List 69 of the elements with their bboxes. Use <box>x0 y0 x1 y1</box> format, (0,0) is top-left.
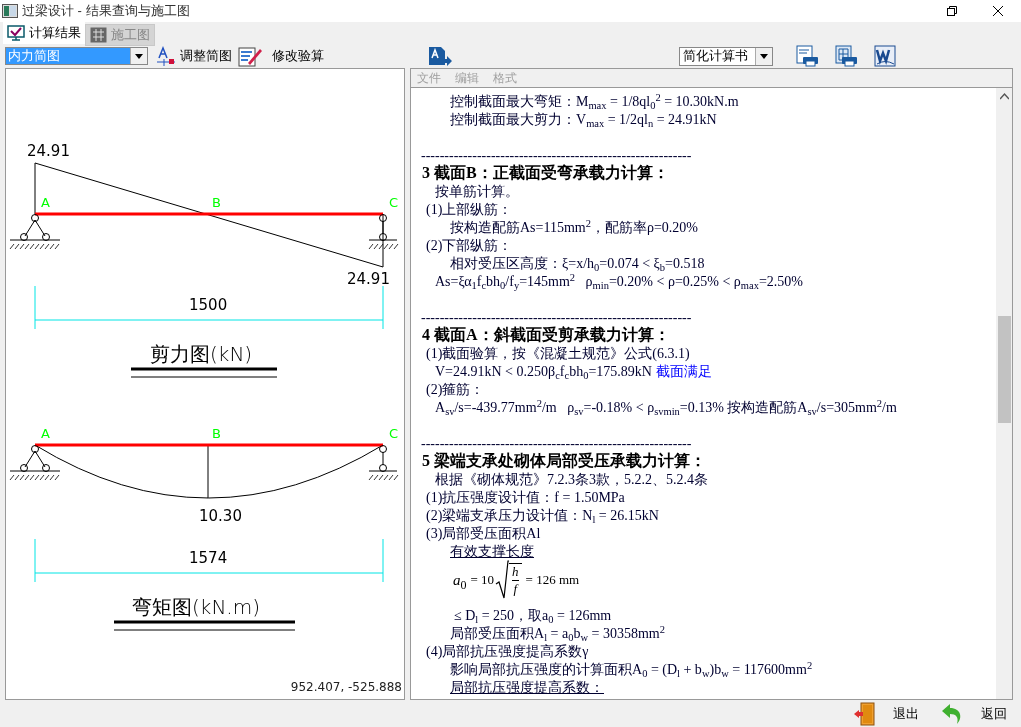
separator-dashes: ---------------------------------------------------------- <box>421 310 692 325</box>
report-text: (2)梁端支承压力设计值：N$_{l}$ = 26.15kN <box>426 508 659 523</box>
report-text: (2)下部纵筋： <box>426 238 513 253</box>
word-document-icon[interactable] <box>874 45 896 67</box>
grid-icon <box>90 27 107 43</box>
window-title: 过梁设计 - 结果查询与施工图 <box>22 2 190 21</box>
report-text: 控制截面最大弯矩：M$_{max}$ = 1/8ql$_{0}$$^{2}$ = 10.30kN.m <box>450 94 739 109</box>
separator-dashes: ---------------------------------------------------------- <box>421 436 692 451</box>
radical-sign-icon <box>495 560 510 600</box>
text-cursor-icon <box>156 46 176 66</box>
print-drawing-icon[interactable] <box>834 45 858 67</box>
section-heading: 5 梁端支承处砌体局部受压承载力计算： <box>422 452 706 469</box>
report-text: 控制截面最大剪力：V$_{max}$ = 1/2ql$_{n}$ = 24.91kN <box>450 112 717 127</box>
report-text: 影响局部抗压强度的计算面积A$_{0}$ = (D$_{l}$ + b$_{w}$)b$_{w}$ = 117600mm$^{2}$ <box>450 662 813 677</box>
report-text: (3)局部受压面积Al <box>426 526 541 541</box>
diagram-title: 剪力图(kN) <box>150 342 253 366</box>
edit-check-button[interactable]: 修改验算 <box>238 45 324 67</box>
report-text: 按单筋计算。 <box>435 184 519 199</box>
report-text: 有效支撑长度 <box>450 544 534 559</box>
section-heading: 3 截面B：正截面受弯承载力计算： <box>422 164 669 181</box>
report-text: 相对受压区高度：ξ=x/h$_{0}$=0.074 < ξ$_{b}$=0.518 <box>450 256 705 271</box>
node-label: B <box>212 426 221 441</box>
door-exit-icon <box>853 701 877 726</box>
node-label: A <box>41 195 50 210</box>
section-heading: 4 截面A：斜截面受剪承载力计算： <box>422 326 670 343</box>
tab[interactable]: 计算结果 <box>3 22 85 44</box>
separator-dashes: ---------------------------------------------------------- <box>421 148 692 163</box>
report-type-select[interactable]: 简化计算书 <box>679 46 773 66</box>
report-text: V=24.91kN < 0.250β$_{c}$f$_{c}$bh$_{0}$=175.89kN <box>435 364 652 379</box>
report-text: 按构造配筋As=115mm$^{2}$，配筋率ρ=0.20% <box>450 220 698 235</box>
node-label: A <box>41 426 50 441</box>
back-button[interactable]: 返回 <box>933 701 1021 726</box>
pin-support-drawing <box>9 214 61 250</box>
report-text: As=ξα$_{1}$f$_{c}$bh$_{0}$/f$_{y}$=145mm$^{2}$ ρ$_{min}$=0.20% < ρ=0.25% < ρ$_{max}$=2.50% <box>435 274 803 289</box>
adjust-diagram-button[interactable]: 调整简图 <box>156 46 232 66</box>
status-text: 截面满足 <box>655 364 712 379</box>
report-text: 局部抗压强度提高系数： <box>450 680 604 695</box>
report-text: (2)箍筋： <box>426 382 485 397</box>
roller-support-drawing <box>368 214 399 250</box>
moment-value: 10.30 <box>199 507 242 525</box>
report-text: A$_{sv}$/s=-439.77mm$^{2}$/m ρ$_{sv}$=-0.18% < ρ$_{svmin}$=0.13% 按构造配筋A$_{sv}$/s=305mm$^{2}$/m <box>435 400 897 415</box>
exit-button[interactable]: 退出 <box>845 701 933 726</box>
export-icon[interactable] <box>427 45 453 67</box>
pin-support-drawing <box>9 445 61 481</box>
monitor-check-icon <box>7 25 25 41</box>
report-text: (4)局部抗压强度提高系数γ <box>426 644 589 659</box>
report-text: ≤ D$_{l}$ = 250，取a$_{0}$ = 126mm <box>454 608 612 623</box>
vertical-scrollbar[interactable] <box>996 88 1012 699</box>
shear-value: 24.91 <box>347 270 390 288</box>
node-label: C <box>389 195 399 210</box>
span-length: 1500 <box>189 296 228 314</box>
shear-value: 24.91 <box>27 142 70 160</box>
cursor-coordinates: 952.407, -525.888 <box>290 679 402 696</box>
app-icon <box>2 4 18 18</box>
report-text: (1)截面验算，按《混凝土规范》公式(6.3.1) <box>426 346 690 361</box>
close-icon <box>993 6 1003 16</box>
restore-icon <box>947 6 957 16</box>
node-label: C <box>389 426 399 441</box>
moment-ordinate-line <box>207 444 209 499</box>
scrollbar-thumb[interactable] <box>997 316 1011 423</box>
diagram-title: 弯矩图(kN.m) <box>132 595 260 619</box>
node-label: B <box>212 195 221 210</box>
roller-support-drawing <box>368 445 399 481</box>
report-text: 根据《砌体规范》7.2.3条3款，5.2.2、5.2.4条 <box>435 472 708 487</box>
report-text: 局部受压面积A$_{l}$ = a$_{0}$b$_{w}$ = 30358mm$^{2}$ <box>450 626 665 641</box>
report-text: (1)抗压强度设计值：f = 1.50MPa <box>426 490 625 505</box>
report-text: (1)上部纵筋： <box>426 202 513 217</box>
print-report-icon[interactable] <box>795 45 819 67</box>
span-length: 1574 <box>189 549 228 567</box>
